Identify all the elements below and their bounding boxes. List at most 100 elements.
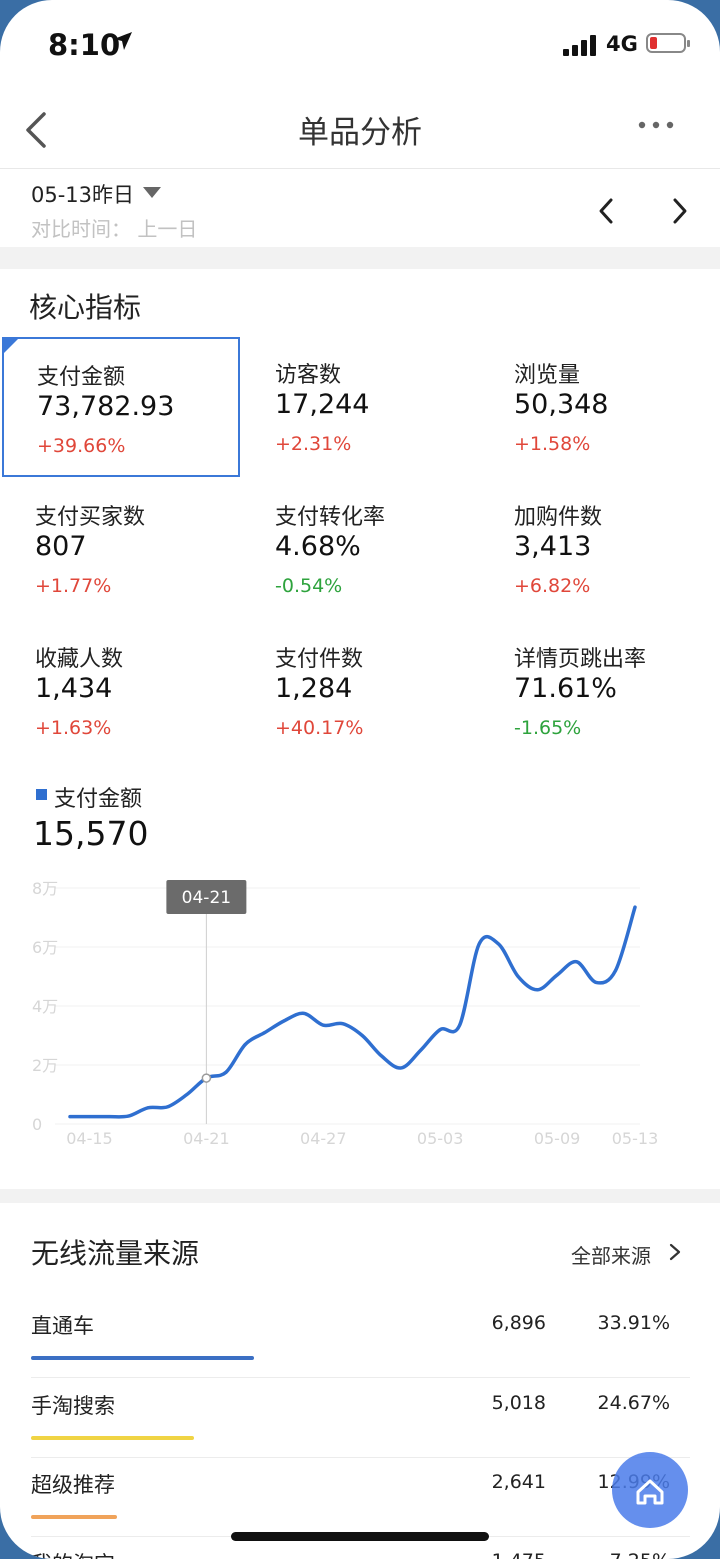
metric-value: 1,434 (35, 673, 113, 704)
source-name: 直通车 (31, 1314, 94, 1338)
all-sources-link[interactable]: 全部来源 (571, 1240, 651, 1269)
data-point (68, 1115, 72, 1119)
metric-card-visitors[interactable]: 访客数 17,244 +2.31% (242, 337, 480, 477)
source-visitors: 6,896 (491, 1312, 546, 1334)
metric-card-add-to-cart[interactable]: 加购件数 3,413 +6.82% (481, 479, 719, 619)
data-point (536, 988, 540, 992)
back-arrow-icon[interactable] (22, 110, 50, 150)
data-point (575, 960, 579, 964)
data-point (224, 1070, 228, 1074)
date-filter: 05-13昨日 对比时间： 上一日 (0, 169, 720, 247)
metric-card-conversion-rate[interactable]: 支付转化率 4.68% -0.54% (242, 479, 480, 619)
data-point (497, 942, 501, 946)
traffic-source-row[interactable]: 手淘搜索 5,018 24.67% (0, 1380, 720, 1460)
source-share: 24.67% (597, 1392, 670, 1414)
section-divider (0, 1189, 720, 1203)
metric-change: -0.54% (275, 575, 343, 597)
data-point (243, 1042, 247, 1046)
traffic-source-row[interactable]: 直通车 6,896 33.91% (0, 1300, 720, 1380)
data-point (477, 942, 481, 946)
source-visitors: 5,018 (491, 1392, 546, 1414)
metric-value: 3,413 (514, 531, 592, 562)
page-title: 单品分析 (298, 115, 422, 151)
location-arrow-icon (114, 32, 132, 50)
x-tick-label: 04-15 (66, 1129, 113, 1148)
data-point (302, 1011, 306, 1015)
home-fab-button[interactable] (612, 1452, 688, 1528)
source-name: 手淘搜索 (31, 1394, 115, 1418)
metric-card-favorites[interactable]: 收藏人数 1,434 +1.63% (2, 621, 240, 761)
legend-marker (36, 789, 47, 800)
metric-card-pay-amount[interactable]: 支付金额 73,782.93 +39.66% (2, 337, 240, 477)
date-selector[interactable]: 05-13昨日 (31, 179, 134, 209)
caret-down-icon[interactable] (143, 187, 161, 198)
metric-change: +1.77% (35, 575, 112, 597)
metric-label: 加购件数 (514, 505, 603, 530)
metric-label: 支付转化率 (275, 505, 386, 530)
metric-label: 支付买家数 (35, 505, 146, 530)
data-point (321, 1023, 325, 1027)
metric-label: 收藏人数 (35, 647, 124, 672)
more-menu-button[interactable] (636, 113, 676, 137)
metric-value: 71.61% (514, 673, 617, 704)
data-point (594, 980, 598, 984)
metric-card-paid-items[interactable]: 支付件数 1,284 +40.17% (242, 621, 480, 761)
source-share-bar (31, 1515, 117, 1519)
status-bar: 8:10 4G (0, 0, 720, 90)
metric-change: +1.63% (35, 717, 112, 739)
x-tick-label: 05-13 (612, 1129, 659, 1148)
data-point (419, 1048, 423, 1052)
y-tick-label: 4万 (32, 997, 58, 1016)
data-point (458, 1023, 462, 1027)
metric-label: 支付金额 (37, 365, 126, 390)
data-point (107, 1115, 111, 1119)
compare-period: 对比时间： 上一日 (31, 217, 198, 241)
metric-label: 详情页跳出率 (514, 647, 647, 672)
metric-card-bounce-rate[interactable]: 详情页跳出率 71.61% -1.65% (481, 621, 719, 761)
traffic-source-row[interactable]: 我的淘宝 1,475 7.25% (0, 1538, 720, 1559)
y-tick-label: 6万 (32, 938, 58, 957)
x-tick-label: 05-03 (417, 1129, 464, 1148)
x-tick-label: 04-27 (300, 1129, 347, 1148)
next-day-chevron-icon[interactable] (668, 195, 692, 227)
home-indicator[interactable] (231, 1532, 489, 1541)
data-point (633, 905, 637, 909)
metric-change: +6.82% (514, 575, 591, 597)
source-visitors: 2,641 (491, 1471, 546, 1493)
more-dots-icon (638, 121, 674, 129)
metric-value: 807 (35, 531, 87, 562)
metric-card-buyers[interactable]: 支付买家数 807 +1.77% (2, 479, 240, 619)
data-point (341, 1022, 345, 1026)
metric-value: 73,782.93 (37, 391, 175, 422)
signal-icon (563, 34, 597, 56)
home-icon (636, 1479, 664, 1505)
source-name: 超级推荐 (31, 1473, 115, 1497)
metric-label: 支付件数 (275, 647, 364, 672)
metric-value: 17,244 (275, 389, 370, 420)
network-type: 4G (606, 32, 638, 56)
x-tick-label: 04-21 (183, 1129, 230, 1148)
data-point (165, 1105, 169, 1109)
data-point (185, 1093, 189, 1096)
data-point (282, 1019, 286, 1023)
source-share: 33.91% (597, 1312, 670, 1334)
metric-change: +1.58% (514, 433, 591, 455)
metric-change: +39.66% (37, 435, 126, 457)
row-divider (31, 1377, 690, 1378)
x-tick-label: 05-09 (534, 1129, 581, 1148)
core-metrics-title: 核心指标 (29, 291, 142, 324)
metric-label: 访客数 (275, 363, 342, 388)
app-screen: 8:10 4G 单品分析 05-13昨日 对比时间： 上一日 核心指标 支付金额… (0, 0, 720, 1559)
data-point (87, 1115, 91, 1119)
source-share-bar (31, 1436, 194, 1440)
chart-total-value: 15,570 (33, 814, 149, 853)
tooltip-date-label: 04-21 (182, 888, 231, 908)
data-point (516, 975, 520, 978)
metric-card-pageviews[interactable]: 浏览量 50,348 +1.58% (481, 337, 719, 477)
prev-day-chevron-icon[interactable] (594, 195, 618, 227)
metric-change: +2.31% (275, 433, 352, 455)
metric-value: 4.68% (275, 531, 361, 562)
data-point (438, 1028, 442, 1032)
chevron-right-icon[interactable] (668, 1242, 682, 1262)
payment-trend-chart[interactable]: 0 2万 4万 6万 8万 04-15 04-21 04-27 05-03 05-09 05-13 0… (0, 870, 720, 1160)
